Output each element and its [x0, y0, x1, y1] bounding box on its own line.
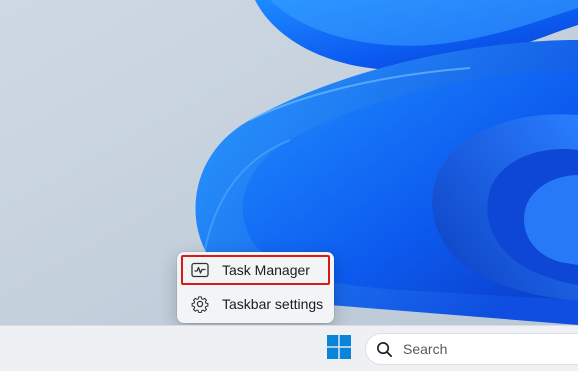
taskbar-context-menu: Task Manager Taskbar settings [177, 252, 334, 323]
task-manager-menu-item[interactable]: Task Manager [181, 255, 330, 285]
taskbar-search-box[interactable] [365, 333, 578, 365]
search-icon [376, 340, 394, 358]
taskbar[interactable] [0, 325, 578, 371]
task-manager-label: Task Manager [222, 262, 310, 278]
taskbar-settings-menu-item[interactable]: Taskbar settings [181, 289, 330, 319]
taskbar-settings-label: Taskbar settings [222, 296, 324, 312]
task-manager-icon [191, 261, 209, 279]
search-input[interactable] [403, 341, 553, 357]
windows-start-icon [327, 334, 351, 364]
start-button[interactable] [324, 334, 354, 364]
gear-icon [191, 295, 209, 313]
